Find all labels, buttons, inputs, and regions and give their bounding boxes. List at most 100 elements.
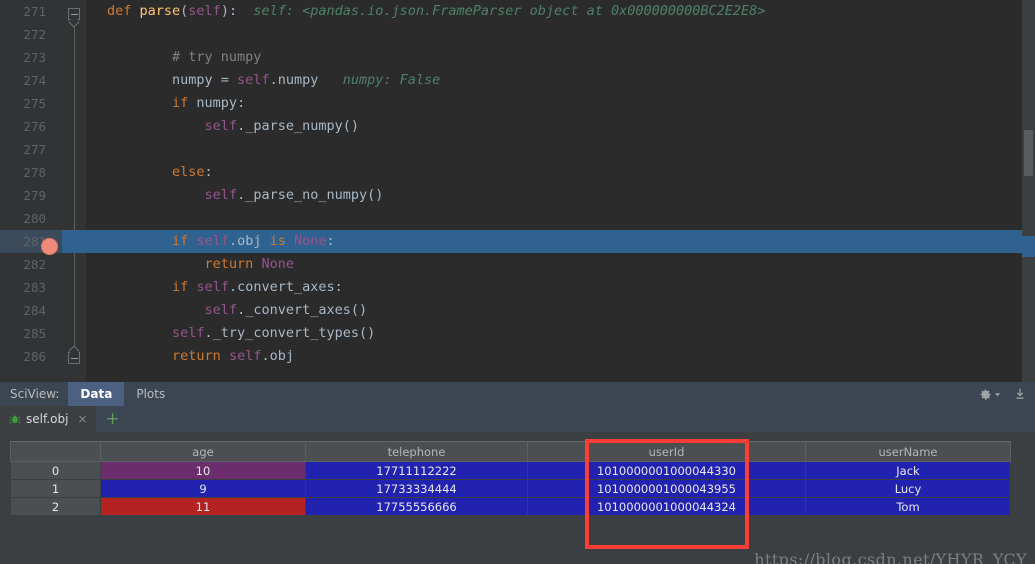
dataview-tab-self-obj[interactable]: self.obj ×: [0, 406, 96, 432]
column-header-index[interactable]: [11, 442, 101, 462]
code-token: :: [327, 233, 335, 249]
cell-userid[interactable]: 1010000001000043955: [528, 480, 806, 498]
line-number: 278: [0, 161, 62, 184]
code-token: numpy =: [107, 72, 237, 88]
table-row[interactable]: 010177111122221010000001000044330Jack: [11, 462, 1011, 480]
code-line[interactable]: 284 self._convert_axes(): [0, 299, 1035, 322]
cell-age[interactable]: 9: [101, 480, 306, 498]
code-token: return: [172, 348, 221, 364]
code-token: is: [270, 233, 286, 249]
settings-button[interactable]: [979, 388, 1001, 401]
cell-userid[interactable]: 1010000001000044330: [528, 462, 806, 480]
cell-username[interactable]: Jack: [806, 462, 1011, 480]
code-line[interactable]: 276 self._parse_numpy(): [0, 115, 1035, 138]
code-text: self._parse_no_numpy(): [86, 184, 383, 207]
dataview-tab-label: self.obj: [26, 412, 68, 426]
cell-age[interactable]: 11: [101, 498, 306, 516]
code-token: [286, 233, 294, 249]
code-token: self: [172, 325, 205, 341]
line-number: 286: [0, 345, 62, 368]
code-token: ._parse_no_numpy(): [237, 187, 383, 203]
code-token: :: [205, 164, 213, 180]
add-dataview-button[interactable]: +: [96, 406, 130, 432]
tab-plots[interactable]: Plots: [124, 382, 177, 406]
line-number: 273: [0, 46, 62, 69]
code-line[interactable]: 275 if numpy:: [0, 92, 1035, 115]
code-line[interactable]: 281 if self.obj is None:: [0, 230, 1035, 253]
editor-scrollbar[interactable]: [1022, 0, 1035, 382]
line-number: 275: [0, 92, 62, 115]
code-text: self._convert_axes(): [86, 299, 367, 322]
code-token: numpy:: [188, 95, 245, 111]
close-icon[interactable]: ×: [77, 412, 87, 426]
debug-bug-icon: [9, 413, 21, 425]
code-text: if self.convert_axes:: [86, 276, 343, 299]
column-header-age[interactable]: age: [101, 442, 306, 462]
column-header-telephone[interactable]: telephone: [306, 442, 528, 462]
cell-username[interactable]: Tom: [806, 498, 1011, 516]
data-table[interactable]: age telephone userId userName 0101771111…: [10, 441, 1011, 516]
code-text: # try numpy: [86, 46, 261, 69]
code-token: [107, 279, 172, 295]
code-text: [86, 207, 115, 230]
code-token: self: [205, 187, 238, 203]
code-text: return self.obj: [86, 345, 294, 368]
cell-telephone[interactable]: 17755556666: [306, 498, 528, 516]
code-token: .obj: [229, 233, 270, 249]
code-line[interactable]: 283 if self.convert_axes:: [0, 276, 1035, 299]
cell-age[interactable]: 10: [101, 462, 306, 480]
code-token: if: [172, 279, 188, 295]
line-number: 272: [0, 23, 62, 46]
code-line[interactable]: 282 return None: [0, 253, 1035, 276]
code-token: # try numpy: [107, 49, 261, 65]
table-row[interactable]: 19177333344441010000001000043955Lucy: [11, 480, 1011, 498]
editor-scrollbar-thumb[interactable]: [1024, 130, 1033, 176]
code-line[interactable]: 279 self._parse_no_numpy(): [0, 184, 1035, 207]
code-text: if numpy:: [86, 92, 245, 115]
line-number: 280: [0, 207, 62, 230]
code-line[interactable]: 278 else:: [0, 161, 1035, 184]
row-index-cell[interactable]: 2: [11, 498, 101, 516]
code-token: numpy: False: [318, 72, 440, 88]
code-token: self: [205, 302, 238, 318]
code-token: [107, 164, 172, 180]
code-line[interactable]: 273 # try numpy: [0, 46, 1035, 69]
column-header-userid[interactable]: userId: [528, 442, 806, 462]
code-text: [86, 138, 115, 161]
code-editor[interactable]: 271def parse(self): self: <pandas.io.jso…: [0, 0, 1035, 382]
code-token: [107, 348, 172, 364]
code-token: ):: [221, 3, 237, 19]
cell-userid[interactable]: 1010000001000044324: [528, 498, 806, 516]
breakpoint-icon[interactable]: [41, 238, 58, 255]
code-token: parse: [140, 3, 181, 19]
sciview-toolbar: SciView: Data Plots: [0, 382, 1035, 406]
table-row[interactable]: 211177555566661010000001000044324Tom: [11, 498, 1011, 516]
code-line[interactable]: 285 self._try_convert_types(): [0, 322, 1035, 345]
cell-telephone[interactable]: 17733334444: [306, 480, 528, 498]
chevron-down-icon: [994, 391, 1001, 398]
code-line[interactable]: 280: [0, 207, 1035, 230]
code-lines[interactable]: 271def parse(self): self: <pandas.io.jso…: [0, 0, 1035, 368]
code-token: self: [205, 118, 238, 134]
code-line[interactable]: 274 numpy = self.numpy numpy: False: [0, 69, 1035, 92]
code-line[interactable]: 286 return self.obj: [0, 345, 1035, 368]
code-line[interactable]: 272: [0, 23, 1035, 46]
code-line[interactable]: 277: [0, 138, 1035, 161]
code-text: if self.obj is None:: [86, 230, 335, 253]
row-index-cell[interactable]: 0: [11, 462, 101, 480]
code-token: self: <pandas.io.json.FrameParser object…: [237, 3, 765, 19]
tab-data[interactable]: Data: [68, 382, 124, 406]
code-text: self._try_convert_types(): [86, 322, 375, 345]
row-index-cell[interactable]: 1: [11, 480, 101, 498]
cell-telephone[interactable]: 17711112222: [306, 462, 528, 480]
cell-username[interactable]: Lucy: [806, 480, 1011, 498]
line-number: 284: [0, 299, 62, 322]
code-text: self._parse_numpy(): [86, 115, 359, 138]
gear-icon: [979, 388, 992, 401]
export-button[interactable]: [1013, 387, 1027, 401]
code-token: self: [196, 233, 229, 249]
code-token: .numpy: [270, 72, 319, 88]
code-line[interactable]: 271def parse(self): self: <pandas.io.jso…: [0, 0, 1035, 23]
sciview-toolbar-actions: [979, 382, 1035, 406]
column-header-username[interactable]: userName: [806, 442, 1011, 462]
